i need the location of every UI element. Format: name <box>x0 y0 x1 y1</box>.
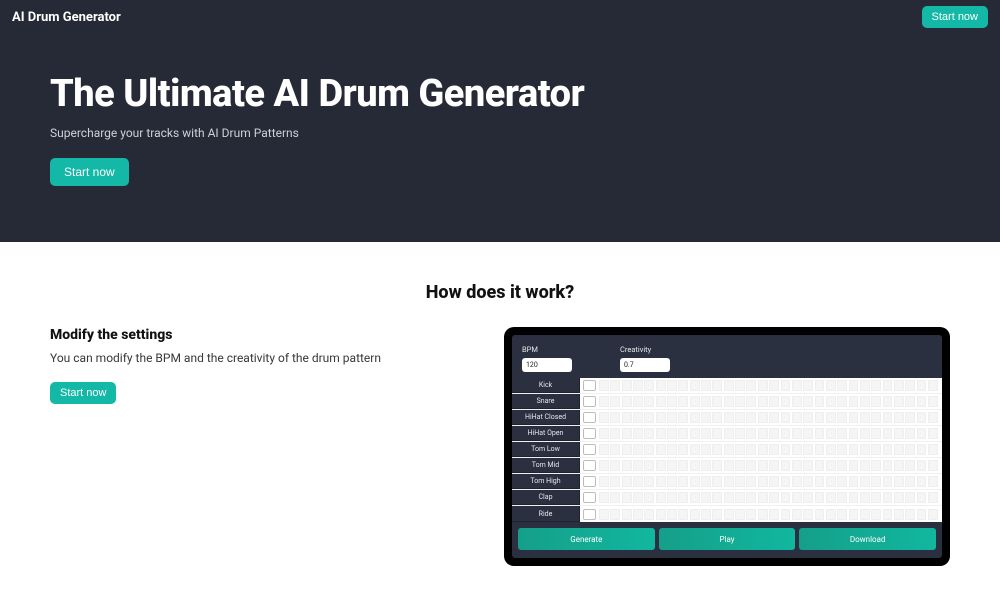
preview-track-label: Tom Low <box>512 442 580 457</box>
preview-creativity-label: Creativity <box>620 345 670 354</box>
preview-track-toggle <box>583 396 596 407</box>
preview-download-button: Download <box>799 528 936 550</box>
preview-track-toggle <box>583 444 596 455</box>
preview-track-label: Ride <box>512 506 580 522</box>
preview-track-label: HiHat Closed <box>512 410 580 425</box>
preview-creativity-input: 0.7 <box>620 358 670 372</box>
how-section: How does it work? Modify the settings Yo… <box>0 242 1000 596</box>
preview-track-label: HiHat Open <box>512 426 580 441</box>
preview-track-toggle <box>583 412 596 423</box>
top-bar: AI Drum Generator Start now <box>0 0 1000 34</box>
preview-track-toggle <box>583 492 596 503</box>
preview-track-toggle <box>583 380 596 391</box>
preview-generate-button: Generate <box>518 528 655 550</box>
preview-track-label: Clap <box>512 490 580 505</box>
preview-track-toggle <box>583 476 596 487</box>
preview-track-grid: KickSnareHiHat ClosedHiHat OpenTom LowTo… <box>512 378 942 522</box>
preview-track-label: Snare <box>512 394 580 409</box>
start-now-button-top[interactable]: Start now <box>922 6 988 28</box>
preview-track-row: HiHat Open <box>512 426 942 442</box>
section-heading: How does it work? <box>50 282 950 303</box>
preview-track-label: Kick <box>512 378 580 393</box>
preview-track-row: Tom Mid <box>512 458 942 474</box>
start-now-button-hero[interactable]: Start now <box>50 158 129 186</box>
preview-track-row: Ride <box>512 506 942 522</box>
app-preview: BPM 120 Creativity 0.7 KickSnareHiHat Cl… <box>504 327 950 566</box>
preview-bpm-field: BPM 120 <box>522 345 572 372</box>
preview-track-row: Kick <box>512 378 942 394</box>
preview-bpm-label: BPM <box>522 345 572 354</box>
hero: The Ultimate AI Drum Generator Superchar… <box>0 34 1000 242</box>
start-now-button-section[interactable]: Start now <box>50 382 116 404</box>
preview-track-row: Clap <box>512 490 942 506</box>
preview-bpm-input: 120 <box>522 358 572 372</box>
hero-subtitle: Supercharge your tracks with AI Drum Pat… <box>50 126 950 140</box>
preview-play-button: Play <box>659 528 796 550</box>
preview-track-label: Tom High <box>512 474 580 489</box>
preview-creativity-field: Creativity 0.7 <box>620 345 670 372</box>
settings-desc: You can modify the BPM and the creativit… <box>50 351 446 365</box>
preview-track-row: Tom Low <box>512 442 942 458</box>
preview-track-row: HiHat Closed <box>512 410 942 426</box>
preview-track-toggle <box>583 428 596 439</box>
settings-subheading: Modify the settings <box>50 327 446 343</box>
preview-track-row: Tom High <box>512 474 942 490</box>
hero-title: The Ultimate AI Drum Generator <box>50 72 950 116</box>
preview-track-toggle <box>583 460 596 471</box>
preview-track-toggle <box>583 509 596 520</box>
preview-track-row: Snare <box>512 394 942 410</box>
brand-title: AI Drum Generator <box>12 10 121 25</box>
preview-track-label: Tom Mid <box>512 458 580 473</box>
